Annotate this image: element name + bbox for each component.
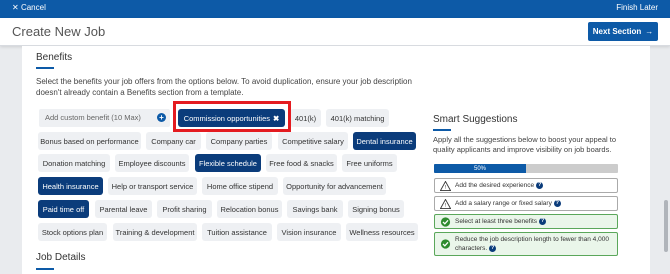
info-icon[interactable]: ? [536,181,544,189]
next-section-button[interactable]: Next Section → [588,22,658,41]
remove-x-icon[interactable]: ✖ [273,114,279,123]
job-details-underline [36,268,54,270]
benefits-card: Benefits Select the benefits your job of… [22,46,650,274]
suggestion-text: Select at least three benefits [455,218,538,225]
benefit-chip-home-office-stipend[interactable]: Home office stipend [202,177,278,195]
smart-suggestions-title: Smart Suggestions [433,114,518,125]
next-section-label: Next Section [592,27,642,36]
info-icon[interactable]: ? [553,199,561,207]
warning-icon: ! [440,181,451,191]
suggestion-text: Reduce the job description length to few… [455,236,609,252]
custom-benefit-input[interactable]: Add custom benefit (10 Max) [39,109,170,127]
warning-icon: ! [440,199,451,209]
benefit-chip-competitive-salary[interactable]: Competitive salary [278,132,348,150]
check-circle-icon [440,217,451,227]
cancel-label: Cancel [20,3,46,12]
benefit-chip-free-food[interactable]: Free food & snacks [266,154,337,172]
info-icon[interactable]: ? [539,217,547,225]
benefit-chip-bonus-performance[interactable]: Bonus based on performance [38,132,141,150]
benefit-chip-company-parties[interactable]: Company parties [206,132,272,150]
benefit-chip-employee-discounts[interactable]: Employee discounts [115,154,189,172]
add-custom-benefit-plus-icon[interactable]: + [157,113,166,122]
job-details-title: Job Details [36,252,86,263]
check-circle-icon [440,239,451,249]
benefit-chip-401k[interactable]: 401(k) [290,109,321,127]
benefit-chip-parental-leave[interactable]: Parental leave [95,200,152,218]
cancel-link[interactable]: ✕ Cancel [12,3,46,12]
progress-label: 50% [473,165,486,172]
benefit-chip-help-transport[interactable]: Help or transport service [108,177,197,195]
benefits-description: Select the benefits your job offers from… [36,77,412,97]
benefit-chip-training-development[interactable]: Training & development [113,223,197,241]
page-header: Create New Job Next Section → [0,18,670,46]
benefit-chip-vision-insurance[interactable]: Vision insurance [277,223,341,241]
benefit-chip-savings-bank[interactable]: Savings bank [287,200,343,218]
benefit-chip-signing-bonus[interactable]: Signing bonus [348,200,404,218]
benefit-chip-profit-sharing[interactable]: Profit sharing [157,200,212,218]
benefit-chip-401k-matching[interactable]: 401(k) matching [326,109,389,127]
benefit-chip-paid-time-off[interactable]: Paid time off [38,200,89,218]
benefit-chip-stock-options[interactable]: Stock options plan [38,223,107,241]
benefit-chip-company-car[interactable]: Company car [146,132,201,150]
chip-label: Commission opportunities [183,113,270,123]
benefit-chip-health-insurance[interactable]: Health insurance [38,177,103,195]
benefits-title-underline [36,67,54,69]
scrollbar-thumb[interactable] [664,200,668,252]
suggestion-item[interactable]: ! Add the desired experience? [434,178,618,193]
finish-later-link[interactable]: Finish Later [616,3,658,12]
benefits-title: Benefits [36,52,73,63]
suggestion-item[interactable]: Reduce the job description length to few… [434,232,618,256]
benefit-chip-relocation-bonus[interactable]: Relocation bonus [217,200,282,218]
benefit-chip-tuition-assistance[interactable]: Tuition assistance [202,223,272,241]
suggestion-item[interactable]: Select at least three benefits? [434,214,618,229]
smart-suggestions-underline [433,129,451,131]
benefit-chip-free-uniforms[interactable]: Free uniforms [342,154,397,172]
benefit-chip-flexible-schedule[interactable]: Flexible schedule [195,154,261,172]
benefit-chip-wellness-resources[interactable]: Wellness resources [346,223,418,241]
suggestion-text: Add the desired experience [455,182,535,189]
top-bar: ✕ Cancel Finish Later [0,0,670,18]
benefit-chip-commission-opportunities[interactable]: Commission opportunities ✖ [178,109,285,127]
smart-suggestions-description: Apply all the suggestions below to boost… [433,135,617,154]
suggestion-item[interactable]: ! Add a salary range or fixed salary? [434,196,618,211]
benefit-chip-dental-insurance[interactable]: Dental insurance [353,132,416,150]
info-icon[interactable]: ? [489,244,497,252]
suggestions-progress-bar: 50% [434,164,618,173]
arrow-right-icon: → [645,27,654,36]
benefit-chip-opportunity-advancement[interactable]: Opportunity for advancement [283,177,386,195]
page-title: Create New Job [12,24,106,39]
benefit-chip-donation-matching[interactable]: Donation matching [38,154,110,172]
suggestion-text: Add a salary range or fixed salary [455,200,552,207]
progress-fill: 50% [434,164,526,173]
